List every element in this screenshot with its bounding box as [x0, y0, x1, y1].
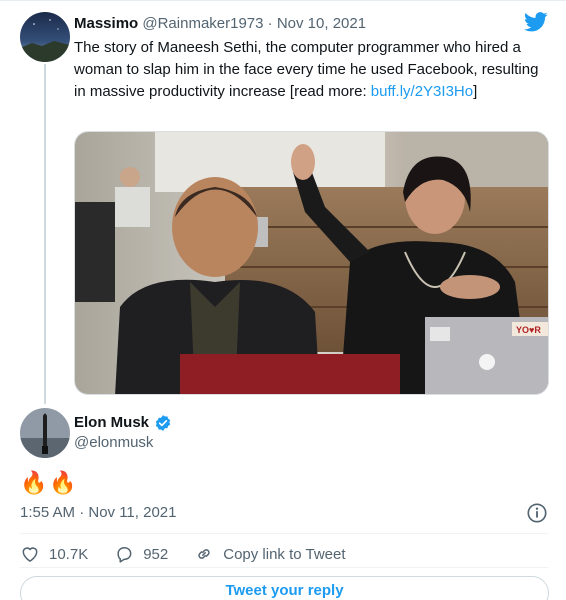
tweet-media-image[interactable]: YO♥R: [74, 131, 549, 395]
parent-author-handle[interactable]: @Rainmaker1973: [142, 15, 263, 32]
reply-button[interactable]: 952: [114, 544, 168, 564]
parent-tweet-header: Massimo @Rainmaker1973 · Nov 10, 2021: [74, 14, 366, 34]
main-author-name[interactable]: Elon Musk: [74, 413, 149, 433]
header-separator: ·: [267, 15, 273, 32]
divider: [20, 567, 548, 568]
like-button[interactable]: 10.7K: [20, 544, 88, 564]
thread-connector-line: [44, 64, 46, 404]
tweet-timestamp[interactable]: 1:55 AM · Nov 11, 2021: [20, 503, 176, 523]
read-more-link[interactable]: buff.ly/2Y3I3Ho: [371, 83, 473, 100]
main-author-name-row: Elon Musk: [74, 413, 172, 433]
heart-icon: [22, 547, 38, 562]
link-icon: [198, 549, 210, 559]
reply-icon: [117, 547, 132, 563]
parent-tweet-body-end: ]: [473, 83, 478, 100]
tweet-action-bar: 10.7K 952 Copy link to Tweet: [20, 544, 346, 564]
main-author-handle[interactable]: @elonmusk: [74, 433, 153, 453]
parent-author-name[interactable]: Massimo: [74, 15, 138, 32]
main-author-avatar[interactable]: [20, 408, 70, 458]
parent-tweet-date[interactable]: Nov 10, 2021: [277, 15, 366, 32]
parent-author-avatar[interactable]: [20, 12, 70, 62]
divider: [20, 533, 548, 534]
twitter-bird-icon[interactable]: [524, 12, 548, 32]
like-count: 10.7K: [49, 545, 89, 563]
reply-count: 952: [143, 545, 169, 563]
top-divider: [0, 0, 566, 1]
verified-badge-icon: [155, 415, 171, 431]
copy-link-label: Copy link to Tweet: [223, 545, 346, 563]
tweet-your-reply-button[interactable]: Tweet your reply: [20, 576, 549, 600]
parent-tweet-text: The story of Maneesh Sethi, the computer…: [74, 37, 554, 103]
main-tweet-text: 🔥🔥: [20, 470, 79, 495]
laptop-sticker: YO♥R: [516, 325, 541, 335]
copy-link-button[interactable]: Copy link to Tweet: [194, 544, 346, 564]
info-icon[interactable]: [526, 502, 548, 524]
